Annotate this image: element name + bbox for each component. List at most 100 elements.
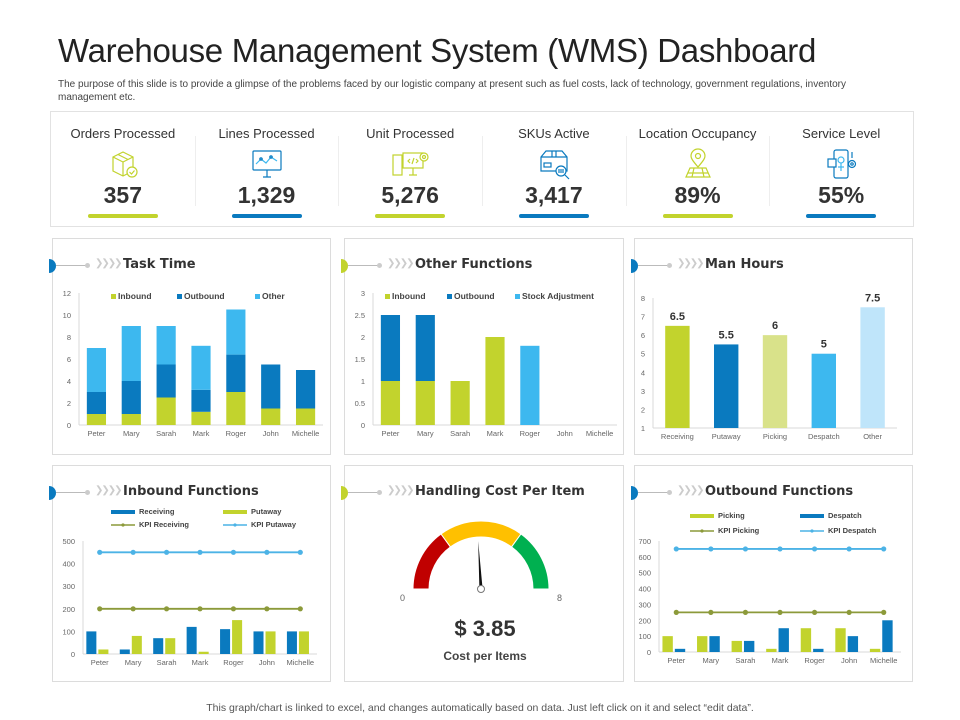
map-pin-icon xyxy=(678,147,718,181)
y-tick-label: 2 xyxy=(361,333,365,342)
marker-kpi-picking xyxy=(673,609,679,615)
marker-kpi-despatch xyxy=(708,546,714,552)
x-tick-label: Peter xyxy=(87,429,105,438)
legend-label: Outbound xyxy=(184,291,225,301)
data-label: 5.5 xyxy=(719,329,734,341)
header-node-icon xyxy=(377,490,382,495)
bar-outbound xyxy=(86,392,107,414)
header-line xyxy=(56,492,86,493)
inbound-functions-chart: 0 100 200 300 400 500 Peter Mary Sarah Mark Roger J… xyxy=(62,507,317,667)
card-title: Task Time xyxy=(123,257,196,272)
marker-kpi-receiving xyxy=(230,606,237,612)
marker-kpi-despatch xyxy=(846,546,852,552)
x-tick-label: Sarah xyxy=(157,658,177,667)
marker-kpi-despatch xyxy=(673,546,679,552)
y-tick-label: 0.5 xyxy=(355,399,365,408)
x-tick-label: John xyxy=(263,429,279,438)
header-node-icon xyxy=(667,263,672,268)
bar-picking xyxy=(731,640,742,652)
card-inbound-functions: ❯❯❯❯ Inbound Functions 0 100 200 300 400 500 P… xyxy=(49,465,331,682)
marker-kpi-putaway xyxy=(264,549,270,555)
marker-kpi-putaway xyxy=(297,549,303,555)
x-tick-label: John xyxy=(557,429,573,438)
y-tick-label: 100 xyxy=(62,627,75,636)
bar-outbound xyxy=(121,381,141,414)
bar-picking xyxy=(869,648,881,652)
marker-kpi-despatch xyxy=(881,546,887,552)
kpi-value: 5,276 xyxy=(381,182,439,208)
legend-label: Despatch xyxy=(828,511,862,520)
legend-swatch xyxy=(223,510,247,514)
data-label: 7.5 xyxy=(865,292,880,304)
marker-kpi-despatch xyxy=(777,546,783,552)
kpi-underline xyxy=(231,214,302,218)
legend-swatch xyxy=(800,514,824,518)
bar-inbound xyxy=(191,411,211,425)
kpi-underline xyxy=(518,214,589,218)
marker-kpi-picking xyxy=(811,609,818,615)
gauge-value: $ 3.85 xyxy=(454,616,516,641)
kpi-label: Orders Processed xyxy=(70,126,176,141)
card-header-decoration: ❯❯❯❯ xyxy=(631,258,711,273)
bar-picking xyxy=(662,636,673,652)
kpi-unit-processed: Unit Processed 5,276 xyxy=(338,112,482,226)
marker-kpi-picking xyxy=(777,609,783,615)
legend-swatch xyxy=(255,294,260,299)
x-tick-label: Michelle xyxy=(287,658,315,667)
kpi-orders-processed: Orders Processed 357 xyxy=(51,112,195,226)
bar-despatch xyxy=(709,636,720,652)
legend-marker xyxy=(233,523,237,527)
kpi-underline xyxy=(662,214,733,218)
y-tick-label: 0 xyxy=(647,648,651,657)
x-tick-label: Peter xyxy=(381,429,399,438)
kpi-underline xyxy=(87,214,158,218)
handling-cost-gauge: 08 xyxy=(400,520,562,603)
bar-despatch xyxy=(674,648,686,652)
bar-despatch xyxy=(778,628,789,652)
marker-kpi-putaway xyxy=(130,549,136,555)
bar-putaway xyxy=(165,638,176,654)
gauge-min-label: 0 xyxy=(400,593,405,603)
card-task-time: ❯❯❯❯ Task Time 0 2 4 6 8 10 12 Peter Mary Sarah Ma… xyxy=(49,238,331,455)
bar-receiving xyxy=(86,631,97,654)
kpi-value: 357 xyxy=(103,182,143,208)
y-tick-label: 200 xyxy=(638,616,651,625)
bar-inbound xyxy=(156,397,176,425)
y-tick-label: 200 xyxy=(62,605,75,614)
bar-despatch xyxy=(743,640,755,652)
marker-kpi-despatch xyxy=(811,546,818,552)
header-dot-icon xyxy=(341,486,348,500)
kpi-underline xyxy=(806,214,877,218)
gauge-caption: Cost per Items xyxy=(443,649,527,663)
bar-other xyxy=(121,326,141,381)
bar-despatch xyxy=(882,620,893,652)
legend-marker xyxy=(700,529,704,533)
legend-marker xyxy=(810,529,814,533)
y-tick-label: 12 xyxy=(63,289,71,298)
header-node-icon xyxy=(85,263,90,268)
x-tick-label: Mary xyxy=(417,429,434,438)
x-tick-label: Michelle xyxy=(870,656,898,665)
kpi-value: 89% xyxy=(674,182,721,208)
header-node-icon xyxy=(667,490,672,495)
header-node-icon xyxy=(377,263,382,268)
bar-putaway xyxy=(98,649,109,654)
kpi-skus-active: SKUs Active 3,417 xyxy=(482,112,626,226)
y-tick-label: 600 xyxy=(638,553,651,562)
bar-receiving xyxy=(665,325,690,428)
bar-receiving xyxy=(119,649,130,654)
card-title: Outbound Functions xyxy=(705,484,854,499)
data-label: 6 xyxy=(772,320,778,332)
kpi-location-occupancy: Location Occupancy 89% xyxy=(625,112,770,226)
bar-despatch xyxy=(811,353,836,428)
y-tick-label: 5 xyxy=(641,350,645,359)
task-time-chart: 0 2 4 6 8 10 12 Peter Mary Sarah Mark Roger John Mich… xyxy=(63,289,323,438)
gauge-band xyxy=(412,533,452,590)
kpi-label: Unit Processed xyxy=(366,126,455,141)
bar-other xyxy=(156,326,176,365)
y-tick-label: 300 xyxy=(638,600,651,609)
marker-kpi-picking xyxy=(742,609,749,615)
x-tick-label: Mark xyxy=(193,429,210,438)
card-header-decoration: ❯❯❯❯ xyxy=(49,485,129,500)
bar-inbound xyxy=(226,392,246,425)
